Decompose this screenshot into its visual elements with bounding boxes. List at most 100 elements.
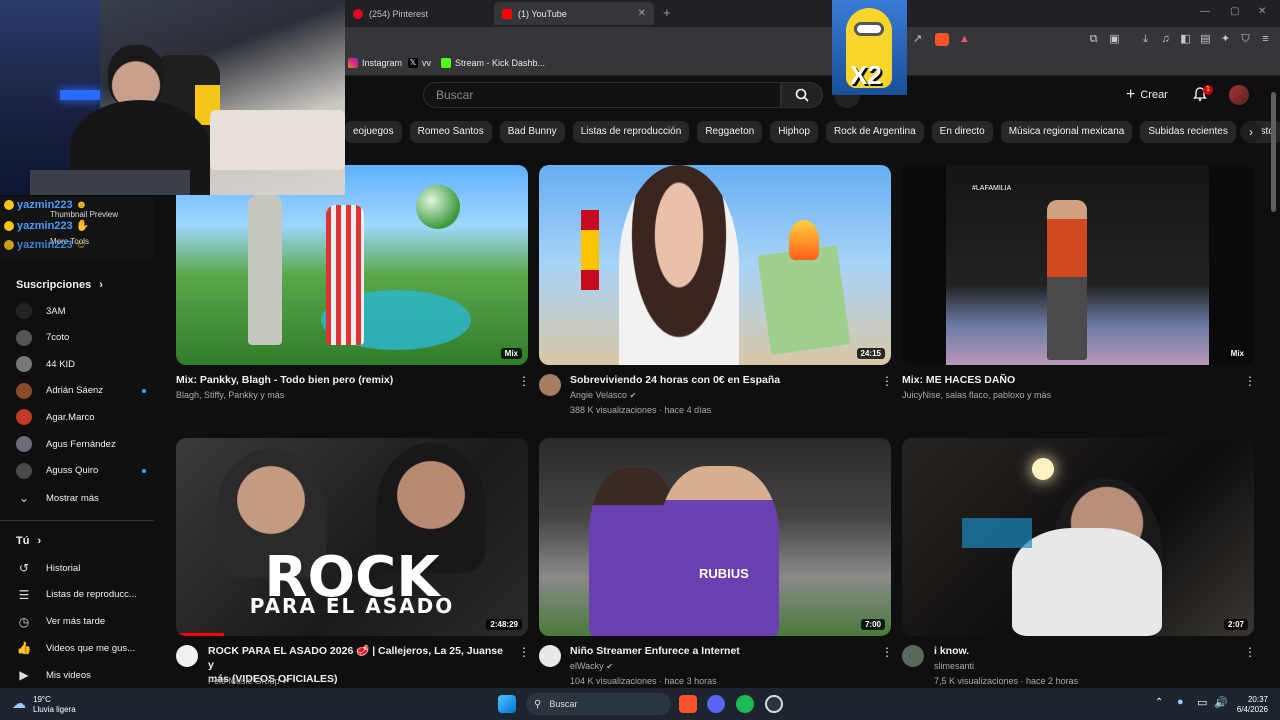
video-title[interactable]: Sobreviviendo 24 horas con 0€ en España [570, 373, 870, 387]
video-channel[interactable]: elWacky ✔ [570, 659, 613, 674]
filter-chip[interactable]: Rock de Argentina [825, 121, 924, 143]
tray-overflow-icon[interactable]: ⌃ [1155, 697, 1163, 708]
clock-date[interactable]: 6/4/2026 [1228, 704, 1268, 715]
channel-avatar[interactable] [176, 645, 198, 667]
sidebar-subscription-item[interactable]: 3AM [16, 301, 146, 321]
new-tab-icon[interactable]: + [663, 5, 671, 20]
search-input[interactable]: Buscar [423, 82, 781, 108]
network-icon[interactable]: ▭ [1197, 696, 1207, 709]
sidebar-item-history[interactable]: ↺ Historial [16, 558, 146, 578]
more-options-icon[interactable]: ⋮ [881, 374, 893, 388]
video-channel[interactable]: slimesanti [934, 659, 974, 673]
windows-start-icon[interactable] [498, 695, 516, 713]
filter-chip[interactable]: En directo [931, 121, 993, 143]
page-scrollbar[interactable] [1271, 92, 1276, 212]
obs-icon[interactable] [765, 695, 783, 713]
bookmark-kick[interactable]: Stream - Kick Dashb... [441, 58, 545, 68]
filter-chip[interactable]: Subidas recientes [1140, 121, 1236, 143]
tab-pinterest[interactable]: (254) Pinterest [345, 2, 490, 25]
media-icon[interactable]: ♫ [1159, 33, 1172, 46]
video-title[interactable]: Mix: ME HACES DAÑO [902, 373, 1232, 387]
more-options-icon[interactable]: ⋮ [1244, 645, 1256, 659]
sidebar-item-liked[interactable]: 👍 Videos que me gus... [16, 638, 146, 658]
video-thumbnail[interactable]: Mix [176, 165, 528, 365]
video-channel[interactable]: JuicyNise, salas flaco, pabloxo y más [902, 388, 1051, 402]
create-button[interactable]: + Crear [1126, 84, 1168, 106]
filter-chip[interactable]: Listas de reproducción [572, 121, 690, 143]
video-title[interactable]: i know. [934, 644, 1234, 658]
video-channel[interactable]: Blagh, Stiffy, Pankky y más [176, 388, 284, 402]
video-thumbnail[interactable]: RUBIUS 7:00 [539, 438, 891, 636]
spotify-icon[interactable] [736, 695, 754, 713]
taskbar-search-label: Buscar [549, 699, 578, 709]
sidebar-subscription-item[interactable]: Aguss Quiro [16, 461, 146, 481]
share-icon[interactable]: ↗ [911, 33, 924, 46]
weather-desc[interactable]: Lluvia ligera [33, 704, 76, 715]
filter-chip[interactable]: eojuegos [345, 121, 402, 143]
video-thumbnail[interactable]: ROCK PARA EL ASADO 2:48:29 [176, 438, 528, 636]
search-icon [795, 88, 809, 102]
download-icon[interactable]: ⤓ [1139, 33, 1152, 46]
close-tab-icon[interactable]: ✕ [638, 8, 646, 19]
channel-avatar[interactable] [902, 645, 924, 667]
minimize-icon[interactable]: — [1200, 6, 1210, 17]
brave-shield-icon[interactable] [935, 33, 949, 46]
screenshot-icon[interactable]: ▣ [1108, 33, 1121, 46]
sidebar-item-my-videos[interactable]: ▶ Mis videos [16, 665, 146, 685]
channel-avatar[interactable] [539, 645, 561, 667]
video-thumbnail[interactable]: 24:15 [539, 165, 891, 365]
video-title[interactable]: Mix: Pankky, Blagh - Todo bien pero (rem… [176, 373, 506, 387]
sidebar-subscription-item[interactable]: 44 KID [16, 354, 146, 374]
volume-icon[interactable]: 🔊 [1214, 696, 1228, 709]
bookmark-x[interactable]: 𝕏 vv [408, 58, 431, 68]
account-avatar[interactable] [1229, 85, 1249, 105]
you-header[interactable]: Tú › [16, 535, 41, 547]
channel-avatar[interactable] [539, 374, 561, 396]
sidebar-subscription-item[interactable]: Agar.Marco [16, 407, 146, 427]
menu-icon[interactable]: ≡ [1259, 33, 1272, 46]
video-thumbnail[interactable]: 2:07 [902, 438, 1254, 636]
subscriptions-header[interactable]: Suscripciones › [16, 279, 103, 291]
video-thumbnail[interactable]: #LAFAMILIA Mix [902, 165, 1254, 365]
video-title[interactable]: Niño Streamer Enfurece a Internet [570, 644, 870, 658]
taskbar-search[interactable]: ⚲ Buscar [526, 693, 671, 715]
sidebar-item-playlists[interactable]: ☰ Listas de reproducc... [16, 585, 146, 605]
close-window-icon[interactable]: ✕ [1258, 6, 1266, 17]
more-options-icon[interactable]: ⋮ [518, 645, 530, 659]
chips-next-arrow-icon[interactable]: › [1240, 121, 1262, 143]
sidebar-toggle-icon[interactable]: ◧ [1179, 33, 1192, 46]
maximize-icon[interactable]: ▢ [1230, 6, 1239, 17]
new-content-dot [142, 468, 146, 473]
show-more-button[interactable]: ⌄ Mostrar más [16, 488, 146, 508]
verified-icon: ✔ [282, 677, 289, 686]
video-channel[interactable]: Angie Velasco ✔ [570, 388, 636, 403]
search-button[interactable] [781, 82, 823, 108]
filter-chip[interactable]: Hiphop [770, 121, 818, 143]
filter-chip[interactable]: Reggaeton [697, 121, 763, 143]
filter-chip[interactable]: Romeo Santos [409, 121, 492, 143]
filter-chip[interactable]: Música regional mexicana [1000, 121, 1133, 143]
brave-rewards-icon[interactable]: ▲ [958, 33, 971, 46]
leo-ai-icon[interactable]: ✦ [1219, 33, 1232, 46]
extensions-icon[interactable]: ⧉ [1087, 33, 1100, 46]
microphone-icon[interactable]: ● [1177, 696, 1184, 708]
more-options-icon[interactable]: ⋮ [1244, 374, 1256, 388]
video-stats: 388 K visualizaciones · hace 4 días [570, 405, 712, 415]
sidebar-item-watch-later[interactable]: ◷ Ver más tarde [16, 612, 146, 632]
bookmark-instagram[interactable]: Instagram [348, 58, 402, 68]
brave-browser-icon[interactable] [679, 695, 697, 713]
filter-chip[interactable]: Bad Bunny [499, 121, 565, 143]
sidebar-subscription-item[interactable]: Adrián Sáenz [16, 381, 146, 401]
chevron-right-icon: › [37, 535, 42, 547]
video-title-line: ROCK PARA EL ASADO 2026 🥩 | Callejeros, … [208, 645, 503, 671]
wallet-icon[interactable]: ▤ [1199, 33, 1212, 46]
channel-name: Pelo Music Group [208, 676, 280, 686]
more-options-icon[interactable]: ⋮ [518, 374, 530, 388]
video-channel[interactable]: Pelo Music Group ✔ [208, 674, 289, 689]
sidebar-subscription-item[interactable]: Agus Fernández [16, 434, 146, 454]
vpn-icon[interactable]: ⛉ [1239, 33, 1252, 46]
sidebar-subscription-item[interactable]: 7coto [16, 328, 146, 348]
more-options-icon[interactable]: ⋮ [881, 645, 893, 659]
tab-youtube[interactable]: (1) YouTube ✕ [494, 2, 654, 25]
discord-icon[interactable] [707, 695, 725, 713]
